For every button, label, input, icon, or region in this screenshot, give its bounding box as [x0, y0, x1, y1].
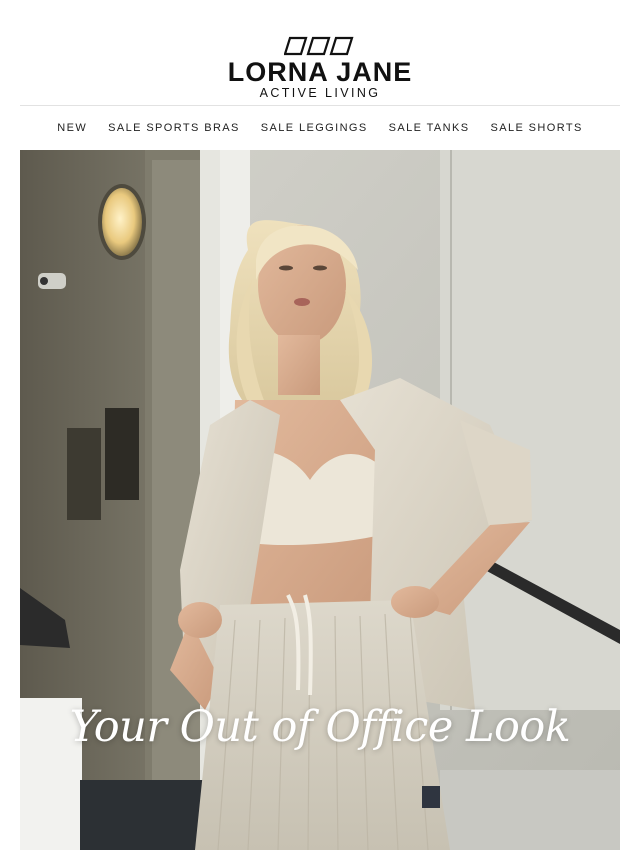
nav-item-sale-leggings[interactable]: SALE LEGGINGS	[250, 122, 378, 134]
brand-logo[interactable]: LORNA JANE ACTIVE LIVING	[0, 36, 640, 101]
nav-item-sale-tanks[interactable]: SALE TANKS	[378, 122, 480, 134]
hero-banner[interactable]: Your Out of Office Look	[20, 150, 620, 850]
brand-name: LORNA JANE	[227, 57, 413, 87]
email-header: LORNA JANE ACTIVE LIVING	[0, 0, 640, 105]
nav-item-new[interactable]: NEW	[47, 122, 98, 134]
hero-headline: Your Out of Office Look	[69, 702, 571, 752]
category-nav: NEW SALE SPORTS BRAS SALE LEGGINGS SALE …	[20, 106, 620, 150]
nav-item-sale-shorts[interactable]: SALE SHORTS	[480, 122, 593, 134]
brand-tagline: ACTIVE LIVING	[259, 86, 381, 100]
logo-mark-icon	[284, 36, 354, 56]
nav-item-sale-sports-bras[interactable]: SALE SPORTS BRAS	[98, 122, 251, 134]
